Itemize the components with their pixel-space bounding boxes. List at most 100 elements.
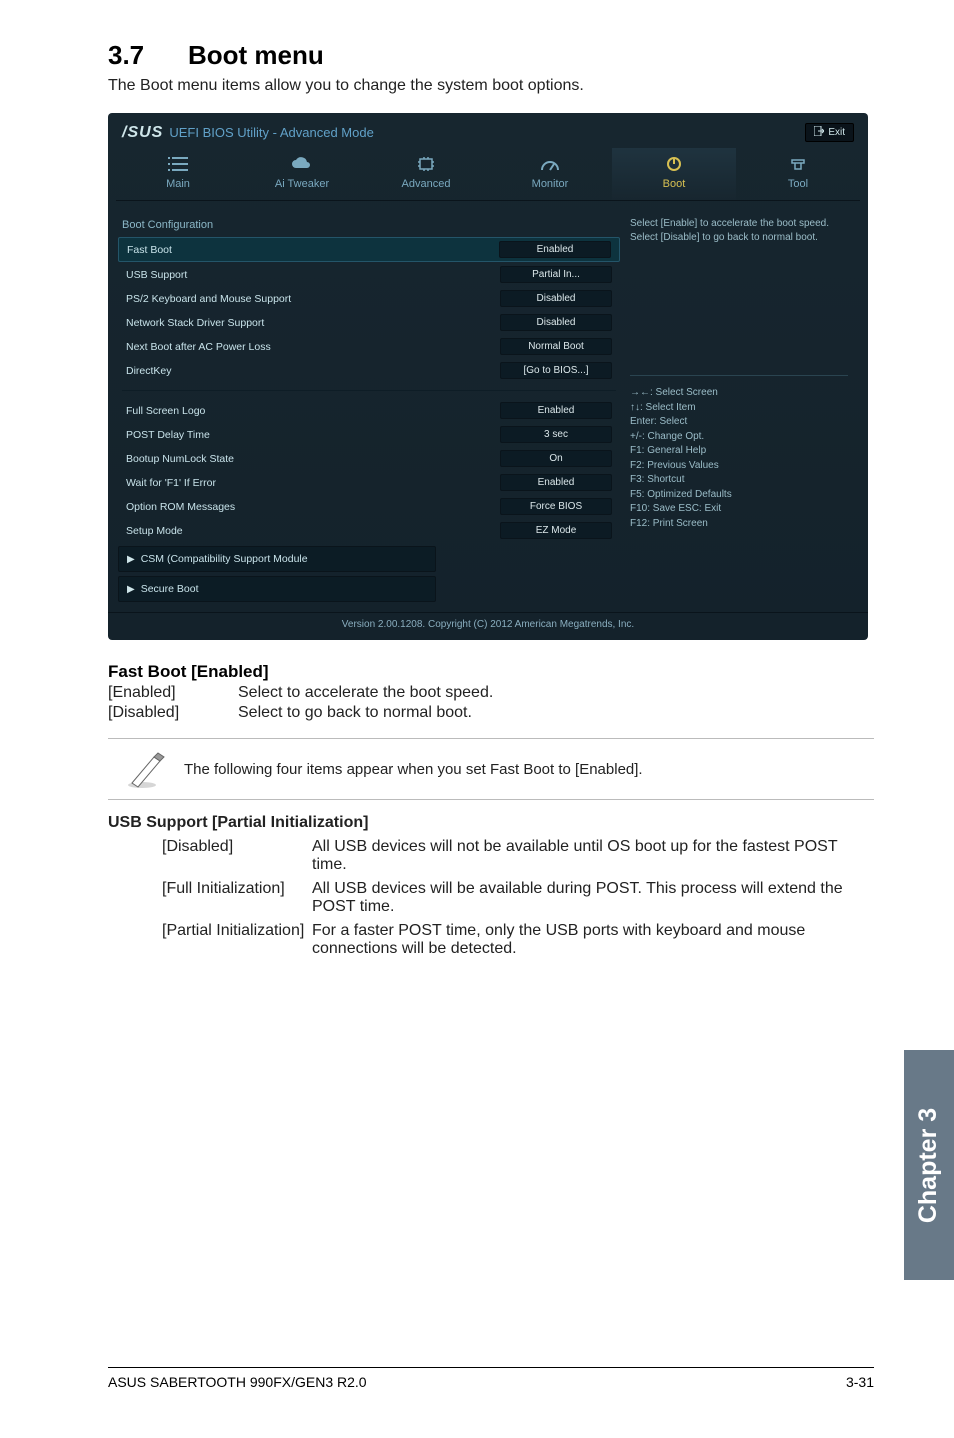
help-key-f12: F12: Print Screen	[630, 517, 848, 532]
tab-ai-tweaker-label: Ai Tweaker	[240, 178, 364, 190]
label-directkey: DirectKey	[126, 365, 500, 377]
tab-boot[interactable]: Boot	[612, 148, 736, 200]
cloud-icon	[290, 156, 314, 172]
exit-label: Exit	[828, 127, 845, 138]
opt-full-init: [Full Initialization] All USB devices wi…	[162, 880, 874, 916]
value-full-screen-logo[interactable]: Enabled	[500, 402, 612, 419]
help-key-enter: Enter: Select	[630, 415, 848, 430]
value-next-boot[interactable]: Normal Boot	[500, 338, 612, 355]
def-disabled-term: [Disabled]	[108, 704, 238, 722]
value-post-delay[interactable]: 3 sec	[500, 426, 612, 443]
value-directkey[interactable]: [Go to BIOS...]	[500, 362, 612, 379]
opt-disabled-desc: All USB devices will not be available un…	[312, 838, 874, 874]
footer-product: ASUS SABERTOOTH 990FX/GEN3 R2.0	[108, 1374, 367, 1390]
help-keys: →←: Select Screen ↑↓: Select Item Enter:…	[630, 386, 848, 531]
tab-tool[interactable]: Tool	[736, 148, 860, 200]
row-directkey[interactable]: DirectKey [Go to BIOS...]	[118, 359, 620, 382]
chip-icon	[414, 156, 438, 172]
help-key-change: +/-: Change Opt.	[630, 430, 848, 445]
page-footer: ASUS SABERTOOTH 990FX/GEN3 R2.0 3-31	[108, 1367, 874, 1390]
label-setup-mode: Setup Mode	[126, 525, 500, 537]
tab-tool-label: Tool	[736, 178, 860, 190]
power-icon	[662, 156, 686, 172]
label-post-delay: POST Delay Time	[126, 429, 500, 441]
help-key-f3: F3: Shortcut	[630, 473, 848, 488]
section-title-text: Boot menu	[188, 40, 324, 70]
tool-icon	[786, 156, 810, 172]
row-ps2-support[interactable]: PS/2 Keyboard and Mouse Support Disabled	[118, 287, 620, 310]
chapter-side-tab: Chapter 3	[904, 1050, 954, 1280]
label-wait-f1: Wait for 'F1' If Error	[126, 477, 500, 489]
tab-ai-tweaker[interactable]: Ai Tweaker	[240, 148, 364, 200]
value-option-rom[interactable]: Force BIOS	[500, 498, 612, 515]
chapter-side-tab-label: Chapter 3	[915, 1107, 944, 1222]
help-key-f2: F2: Previous Values	[630, 459, 848, 474]
opt-partial-init-desc: For a faster POST time, only the USB por…	[312, 922, 874, 958]
value-fast-boot[interactable]: Enabled	[499, 241, 611, 258]
submenu-secure-boot[interactable]: ▶ Secure Boot	[118, 576, 436, 602]
def-disabled: [Disabled] Select to go back to normal b…	[108, 704, 874, 722]
tab-boot-label: Boot	[612, 178, 736, 190]
bios-tab-bar: Main Ai Tweaker Advanced Monitor Boot To…	[116, 148, 860, 201]
note-text: The following four items appear when you…	[184, 761, 643, 778]
submenu-csm[interactable]: ▶ CSM (Compatibility Support Module	[118, 546, 436, 572]
submenu-secure-boot-label: Secure Boot	[141, 583, 199, 595]
value-usb-support[interactable]: Partial In...	[500, 266, 612, 283]
submenu-csm-label: CSM (Compatibility Support Module	[141, 553, 308, 565]
note-box: The following four items appear when you…	[108, 738, 874, 800]
list-icon	[166, 156, 190, 172]
label-fast-boot: Fast Boot	[127, 244, 499, 256]
usb-support-heading: USB Support [Partial Initialization]	[108, 814, 874, 832]
group-boot-configuration: Boot Configuration	[122, 219, 620, 231]
row-network-stack[interactable]: Network Stack Driver Support Disabled	[118, 311, 620, 334]
section-heading: 3.7Boot menu	[108, 40, 874, 71]
label-numlock: Bootup NumLock State	[126, 453, 500, 465]
row-usb-support[interactable]: USB Support Partial In...	[118, 263, 620, 286]
exit-icon	[814, 126, 824, 139]
row-full-screen-logo[interactable]: Full Screen Logo Enabled	[118, 399, 620, 422]
value-ps2-support[interactable]: Disabled	[500, 290, 612, 307]
value-network-stack[interactable]: Disabled	[500, 314, 612, 331]
value-setup-mode[interactable]: EZ Mode	[500, 522, 612, 539]
help-key-f5: F5: Optimized Defaults	[630, 488, 848, 503]
tab-main[interactable]: Main	[116, 148, 240, 200]
opt-partial-init-term: [Partial Initialization]	[162, 922, 312, 958]
def-enabled: [Enabled] Select to accelerate the boot …	[108, 684, 874, 702]
tab-main-label: Main	[116, 178, 240, 190]
opt-disabled: [Disabled] All USB devices will not be a…	[162, 838, 874, 874]
value-wait-f1[interactable]: Enabled	[500, 474, 612, 491]
gauge-icon	[538, 156, 562, 172]
row-post-delay[interactable]: POST Delay Time 3 sec	[118, 423, 620, 446]
help-description: Select [Enable] to accelerate the boot s…	[630, 217, 848, 245]
tab-monitor-label: Monitor	[488, 178, 612, 190]
help-key-f1: F1: General Help	[630, 444, 848, 459]
bios-title: UEFI BIOS Utility - Advanced Mode	[169, 125, 373, 140]
opt-full-init-desc: All USB devices will be available during…	[312, 880, 874, 916]
label-option-rom: Option ROM Messages	[126, 501, 500, 513]
asus-logo: /SUS	[122, 124, 163, 142]
tab-advanced[interactable]: Advanced	[364, 148, 488, 200]
bios-panel: /SUS UEFI BIOS Utility - Advanced Mode E…	[108, 113, 868, 640]
chevron-right-icon: ▶	[127, 584, 135, 595]
def-enabled-desc: Select to accelerate the boot speed.	[238, 684, 493, 702]
row-fast-boot[interactable]: Fast Boot Enabled	[118, 237, 620, 262]
section-number: 3.7	[108, 40, 188, 71]
row-wait-f1[interactable]: Wait for 'F1' If Error Enabled	[118, 471, 620, 494]
row-setup-mode[interactable]: Setup Mode EZ Mode	[118, 519, 620, 542]
opt-full-init-term: [Full Initialization]	[162, 880, 312, 916]
help-key-nav-lr: →←: Select Screen	[630, 386, 848, 401]
help-separator	[630, 375, 848, 376]
row-numlock[interactable]: Bootup NumLock State On	[118, 447, 620, 470]
def-disabled-desc: Select to go back to normal boot.	[238, 704, 472, 722]
chevron-right-icon: ▶	[127, 554, 135, 565]
exit-button[interactable]: Exit	[805, 123, 854, 142]
tab-advanced-label: Advanced	[364, 178, 488, 190]
row-next-boot[interactable]: Next Boot after AC Power Loss Normal Boo…	[118, 335, 620, 358]
bios-footer: Version 2.00.1208. Copyright (C) 2012 Am…	[108, 612, 868, 640]
opt-partial-init: [Partial Initialization] For a faster PO…	[162, 922, 874, 958]
label-network-stack: Network Stack Driver Support	[126, 317, 500, 329]
row-option-rom[interactable]: Option ROM Messages Force BIOS	[118, 495, 620, 518]
value-numlock[interactable]: On	[500, 450, 612, 467]
def-enabled-term: [Enabled]	[108, 684, 238, 702]
tab-monitor[interactable]: Monitor	[488, 148, 612, 200]
